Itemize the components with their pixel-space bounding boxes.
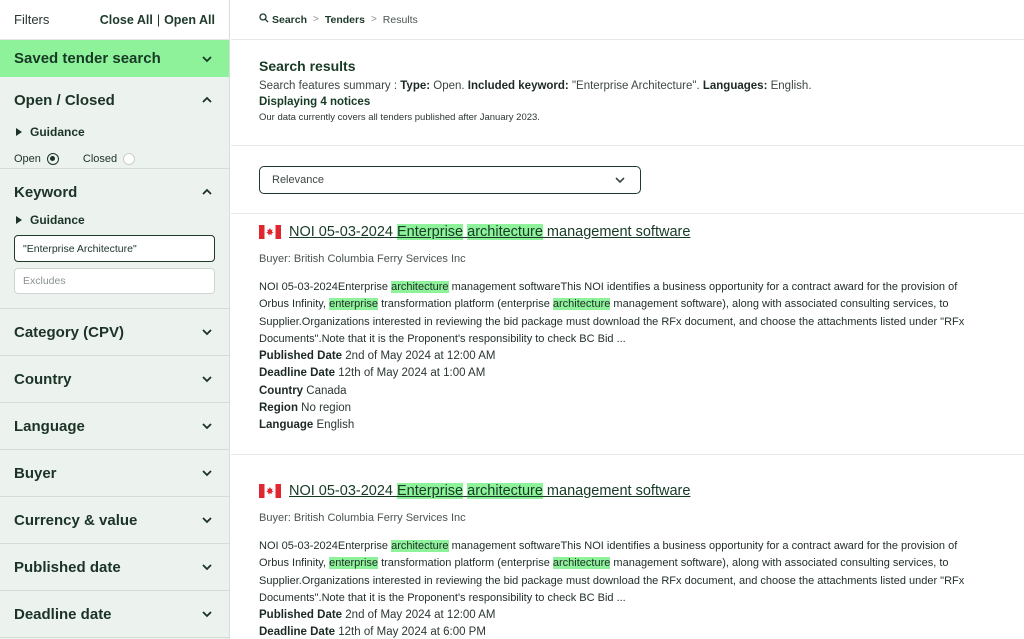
keyword-input[interactable]: "Enterprise Architecture" [14, 235, 215, 262]
filter-section: Language [0, 403, 229, 450]
open-closed-header[interactable]: Open / Closed [0, 77, 229, 123]
filter-section-header[interactable]: Category (CPV) [0, 309, 229, 355]
filters-header: Filters Close All | Open All [0, 0, 229, 40]
filter-section-title: Language [14, 417, 85, 435]
chevron-down-icon [199, 51, 215, 67]
result-published: Published Date 2nd of May 2024 at 12:00 … [259, 350, 496, 363]
filter-section-header[interactable]: Deadline date [0, 591, 229, 637]
open-closed-section: Open / Closed Guidance Open Closed [0, 77, 229, 169]
result-buyer: Buyer: British Columbia Ferry Services I… [259, 253, 466, 265]
filter-section: Currency & value [0, 497, 229, 544]
results-count: Displaying 4 notices [259, 96, 371, 108]
result-language: Language English [259, 419, 355, 432]
result-description: NOI 05-03-2024Enterprise architecture ma… [259, 540, 965, 604]
breadcrumb-current: Results [382, 13, 418, 26]
result-title-row: NOI 05-03-2024 Enterprise architecture m… [259, 482, 996, 500]
summary-line: Search features summary : Type: Open. In… [259, 80, 812, 92]
filter-section: Category (CPV) [0, 309, 229, 356]
result-description: NOI 05-03-2024Enterprise architecture ma… [259, 281, 965, 345]
filter-section-header[interactable]: Buyer [0, 450, 229, 496]
result-title-link[interactable]: NOI 05-03-2024 Enterprise architecture m… [289, 224, 690, 240]
closed-label: Closed [82, 153, 118, 165]
result-buyer: Buyer: British Columbia Ferry Services I… [259, 512, 466, 524]
result-country: Country Canada [259, 384, 347, 397]
sort-area: Relevance [231, 146, 1024, 214]
keyword-guidance[interactable]: Guidance [0, 211, 229, 229]
breadcrumb-tenders[interactable]: Tenders [325, 14, 365, 26]
guidance-label: Guidance [30, 213, 85, 227]
keyword-title: Keyword [14, 183, 78, 201]
filters-sidebar: Filters Close All | Open All Saved tende… [0, 0, 230, 639]
result-deadline: Deadline Date 12th of May 2024 at 6:00 P… [259, 626, 486, 639]
breadcrumb-separator: > [370, 14, 377, 25]
chevron-up-icon [199, 92, 215, 108]
chevron-down-icon [612, 172, 628, 188]
filter-section-header[interactable]: Country [0, 356, 229, 402]
saved-tender-search-label: Saved tender search [14, 50, 161, 67]
result-title-link[interactable]: NOI 05-03-2024 Enterprise architecture m… [289, 483, 690, 499]
result-item: NOI 05-03-2024 Enterprise architecture m… [231, 205, 1024, 455]
sort-value: Relevance [272, 173, 324, 186]
search-summary: Search results Search features summary :… [231, 40, 1024, 146]
keyword-header[interactable]: Keyword [0, 173, 229, 211]
open-closed-guidance[interactable]: Guidance [0, 123, 229, 141]
chevron-down-icon [199, 465, 215, 481]
result-title-row: NOI 05-03-2024 Enterprise architecture m… [259, 223, 996, 241]
filter-section-title: Deadline date [14, 605, 112, 623]
filter-section-header[interactable]: Published date [0, 544, 229, 590]
open-closed-title: Open / Closed [14, 91, 115, 109]
chevron-down-icon [199, 418, 215, 434]
results-title: Search results [259, 58, 356, 74]
saved-tender-search[interactable]: Saved tender search [0, 40, 229, 77]
filter-section-title: Category (CPV) [14, 323, 125, 341]
canada-flag-icon [259, 225, 281, 239]
chevron-down-icon [199, 324, 215, 340]
filter-section-title: Country [14, 370, 72, 388]
breadcrumb-search[interactable]: Search [259, 13, 307, 26]
filter-section: Deadline date [0, 591, 229, 638]
breadcrumb-separator: > [313, 14, 319, 25]
links-separator: | [156, 12, 161, 27]
result-published: Published Date 2nd of May 2024 at 12:00 … [259, 609, 496, 622]
filters-links: Close All | Open All [100, 13, 215, 27]
filter-section: Buyer [0, 450, 229, 497]
filter-section: Published date [0, 544, 229, 591]
results-main: Search > Tenders > Results Search result… [231, 0, 1024, 639]
result-region: Region No region [259, 402, 352, 415]
filter-section-title: Currency & value [14, 511, 138, 529]
chevron-down-icon [199, 512, 215, 528]
caret-right-icon [16, 128, 22, 136]
chevron-down-icon [199, 371, 215, 387]
excludes-input[interactable]: Excludes [14, 268, 215, 294]
chevron-down-icon [199, 559, 215, 575]
keyword-section: Keyword Guidance "Enterprise Architectur… [0, 173, 229, 309]
canada-flag-icon [259, 484, 281, 498]
coverage-note: Our data currently covers all tenders pu… [259, 112, 540, 123]
filter-section-title: Buyer [14, 464, 57, 482]
caret-right-icon [16, 216, 22, 224]
filter-section-header[interactable]: Language [0, 403, 229, 449]
chevron-up-icon [199, 184, 215, 200]
search-icon [259, 13, 269, 23]
open-all-link[interactable]: Open All [164, 13, 215, 27]
close-all-link[interactable]: Close All [100, 13, 153, 27]
filters-title: Filters [14, 12, 50, 27]
breadcrumb: Search > Tenders > Results [231, 0, 1024, 40]
guidance-label: Guidance [30, 125, 85, 139]
open-closed-radios: Open Closed [0, 147, 229, 171]
filter-section-header[interactable]: Currency & value [0, 497, 229, 543]
filter-section-title: Published date [14, 558, 121, 576]
result-item: NOI 05-03-2024 Enterprise architecture m… [231, 464, 1024, 639]
sort-select[interactable]: Relevance [259, 165, 641, 194]
filter-section: Country [0, 356, 229, 403]
result-deadline: Deadline Date 12th of May 2024 at 1:00 A… [259, 367, 486, 380]
closed-radio[interactable] [123, 153, 136, 165]
open-label: Open [14, 153, 41, 165]
chevron-down-icon [199, 606, 215, 622]
open-radio[interactable] [46, 153, 59, 165]
